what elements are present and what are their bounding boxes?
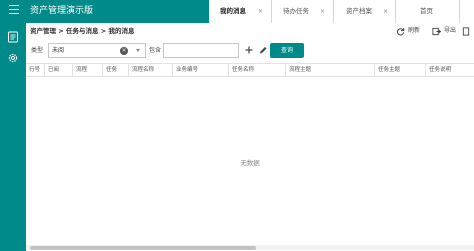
- column-header[interactable]: 任务主题: [374, 64, 425, 77]
- tab-my-messages[interactable]: 我的消息: [220, 0, 246, 23]
- column-header[interactable]: 已阅: [44, 64, 72, 77]
- sidebar: [0, 23, 26, 251]
- app-window: 资产管理演示版 我的消息 × 待办任务 × 资产档案 × 首页 资产管理 > 任…: [0, 0, 474, 251]
- scrollbar-thumb[interactable]: [30, 246, 256, 250]
- app-title: 资产管理演示版: [30, 6, 94, 16]
- column-header[interactable]: 业务编号: [172, 64, 228, 77]
- fullscreen-icon: [462, 27, 470, 36]
- column-header[interactable]: 行号: [26, 64, 44, 77]
- column-header[interactable]: 流程主题: [285, 64, 374, 77]
- refresh-icon: [396, 27, 405, 36]
- column-header[interactable]: 流程: [72, 64, 102, 77]
- plus-icon[interactable]: [244, 44, 254, 56]
- column-header[interactable]: 任务说明: [425, 64, 474, 77]
- menu-icon[interactable]: [9, 5, 19, 17]
- breadcrumb: 资产管理 > 任务与消息 > 我的消息: [30, 27, 135, 35]
- document-list-icon[interactable]: [7, 31, 19, 43]
- tab-divider: [271, 0, 272, 23]
- contains-label: 包含: [149, 47, 162, 54]
- tab-close-icon[interactable]: ×: [320, 0, 325, 23]
- tab-bar: 我的消息 × 待办任务 × 资产档案 × 首页: [209, 0, 474, 23]
- tab-divider: [459, 0, 460, 23]
- export-label: 导出: [444, 27, 457, 34]
- clear-icon[interactable]: ×: [120, 47, 128, 55]
- empty-state-text: 无数据: [240, 159, 260, 167]
- chevron-down-icon[interactable]: [136, 49, 140, 52]
- gear-icon[interactable]: [7, 52, 19, 64]
- top-bar: 资产管理演示版 我的消息 × 待办任务 × 资产档案 × 首页: [0, 0, 474, 23]
- column-header[interactable]: 任务名称: [228, 64, 285, 77]
- tab-divider: [333, 0, 334, 23]
- pencil-icon[interactable]: [258, 44, 268, 56]
- contains-input[interactable]: [163, 43, 239, 58]
- export-icon: [432, 27, 441, 36]
- column-header[interactable]: 任务: [102, 64, 128, 77]
- tab-asset-archive[interactable]: 资产档案: [346, 0, 372, 23]
- tab-divider: [395, 0, 396, 23]
- type-select[interactable]: 未阅 ×: [48, 43, 146, 58]
- type-select-value: 未阅: [52, 47, 65, 54]
- refresh-label: 刷新: [408, 27, 421, 34]
- tab-pending-tasks[interactable]: 待办任务: [283, 0, 309, 23]
- tab-home[interactable]: 首页: [420, 0, 433, 23]
- query-button[interactable]: 查询: [270, 43, 304, 58]
- tab-close-icon[interactable]: ×: [258, 0, 263, 23]
- tab-close-icon[interactable]: ×: [383, 0, 388, 23]
- type-label: 类型: [31, 47, 44, 54]
- column-header[interactable]: 流程名称: [128, 64, 172, 77]
- table-header: 行号 已阅 流程 任务 流程名称 业务编号 任务名称 流程主题 任务主题 任务说…: [26, 63, 474, 77]
